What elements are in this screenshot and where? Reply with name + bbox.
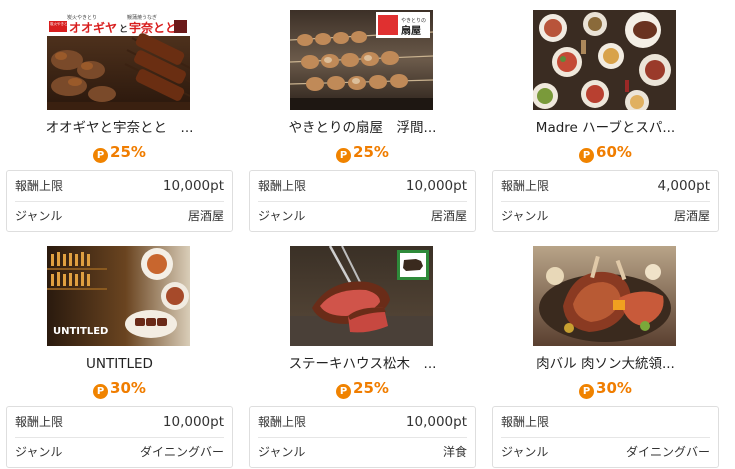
reward-info-box: 報酬上限 10,000pt ジャンル 居酒屋 bbox=[6, 170, 233, 232]
reward-limit-value: 10,000pt bbox=[162, 178, 224, 194]
point-rate: P 60% bbox=[492, 143, 719, 163]
genre-value: 居酒屋 bbox=[673, 209, 710, 223]
point-rate: P 30% bbox=[6, 379, 233, 399]
point-rate: P 25% bbox=[249, 143, 476, 163]
reward-limit-label: 報酬上限 bbox=[15, 415, 64, 429]
reward-info-box: 報酬上限 ジャンル ダイニングバー bbox=[492, 406, 719, 468]
rate-value: 25% bbox=[110, 143, 146, 161]
reward-limit-value: 10,000pt bbox=[405, 178, 467, 194]
point-rate: P 25% bbox=[249, 379, 476, 399]
rate-value: 60% bbox=[596, 143, 632, 161]
restaurant-thumbnail[interactable] bbox=[533, 10, 676, 110]
steak-photo bbox=[290, 246, 433, 346]
point-rate: P 25% bbox=[6, 143, 233, 163]
reward-limit-row: 報酬上限 10,000pt bbox=[15, 171, 224, 202]
restaurant-thumbnail[interactable]: やきとりの 扇屋 bbox=[290, 10, 433, 110]
restaurant-thumbnail[interactable]: 炭火やきとり 鰻蒲焼うなぎ 炭火やきとり オオギヤ と 宇奈とと bbox=[47, 10, 190, 110]
logo-brand-text: 宇奈とと bbox=[129, 20, 177, 35]
point-icon: P bbox=[579, 384, 595, 399]
genre-value: 居酒屋 bbox=[430, 209, 467, 223]
point-icon: P bbox=[336, 384, 352, 399]
point-rate: P 30% bbox=[492, 379, 719, 399]
yakitori-skewers-photo: やきとりの 扇屋 bbox=[290, 10, 433, 110]
restaurant-name[interactable]: Madre ハーブとスパ... bbox=[492, 119, 719, 137]
rate-value: 30% bbox=[110, 379, 146, 397]
reward-limit-row: 報酬上限 4,000pt bbox=[501, 171, 710, 202]
genre-value: 居酒屋 bbox=[187, 209, 224, 223]
genre-value: ダイニングバー bbox=[625, 445, 710, 459]
logo-brand-text: オオギヤ bbox=[69, 20, 117, 35]
restaurant-name[interactable]: やきとりの扇屋 浮間... bbox=[249, 119, 476, 137]
restaurant-name[interactable]: 肉バル 肉ソン大統領... bbox=[492, 355, 719, 373]
reward-limit-label: 報酬上限 bbox=[501, 415, 550, 429]
restaurant-name[interactable]: オオギヤと宇奈とと ... bbox=[6, 119, 233, 137]
genre-row: ジャンル 洋食 bbox=[258, 437, 467, 467]
logo-brand-text: 扇屋 bbox=[401, 24, 421, 37]
logo-small-text: 鰻蒲焼うなぎ bbox=[127, 14, 157, 21]
restaurant-thumbnail[interactable]: UNTITLED bbox=[47, 246, 190, 346]
bar-interior-photo: UNTITLED bbox=[47, 246, 190, 346]
logo-small-text: 炭火やきとり bbox=[50, 21, 71, 26]
point-icon: P bbox=[336, 148, 352, 163]
restaurant-thumbnail[interactable] bbox=[290, 246, 433, 346]
genre-label: ジャンル bbox=[258, 209, 306, 223]
genre-row: ジャンル ダイニングバー bbox=[501, 437, 710, 467]
rate-value: 25% bbox=[353, 379, 389, 397]
genre-value: 洋食 bbox=[442, 445, 467, 459]
meat-platter-photo bbox=[533, 246, 676, 346]
genre-label: ジャンル bbox=[258, 445, 306, 459]
grilled-skewers-photo: 炭火やきとり 鰻蒲焼うなぎ 炭火やきとり オオギヤ と 宇奈とと bbox=[47, 10, 190, 110]
restaurant-thumbnail[interactable] bbox=[533, 246, 676, 346]
reward-info-box: 報酬上限 4,000pt ジャンル 居酒屋 bbox=[492, 170, 719, 232]
logo-small-text: やきとりの bbox=[401, 17, 426, 24]
reward-info-box: 報酬上限 10,000pt ジャンル 洋食 bbox=[249, 406, 476, 468]
reward-info-box: 報酬上限 10,000pt ジャンル ダイニングバー bbox=[6, 406, 233, 468]
reward-limit-row: 報酬上限 10,000pt bbox=[258, 171, 467, 202]
genre-value: ダイニングバー bbox=[139, 445, 224, 459]
restaurant-name[interactable]: UNTITLED bbox=[6, 355, 233, 373]
genre-label: ジャンル bbox=[501, 209, 549, 223]
reward-limit-value: 10,000pt bbox=[405, 414, 467, 430]
genre-row: ジャンル ダイニングバー bbox=[15, 437, 224, 467]
genre-label: ジャンル bbox=[15, 445, 63, 459]
reward-limit-value: 10,000pt bbox=[162, 414, 224, 430]
reward-limit-row: 報酬上限 10,000pt bbox=[258, 407, 467, 438]
logo-small-text: 炭火やきとり bbox=[67, 14, 97, 21]
rate-value: 30% bbox=[596, 379, 632, 397]
genre-row: ジャンル 居酒屋 bbox=[258, 201, 467, 231]
reward-limit-row: 報酬上限 10,000pt bbox=[15, 407, 224, 438]
point-icon: P bbox=[93, 148, 109, 163]
reward-info-box: 報酬上限 10,000pt ジャンル 居酒屋 bbox=[249, 170, 476, 232]
logo-brand-text: と bbox=[119, 24, 128, 35]
reward-limit-row: 報酬上限 bbox=[501, 407, 710, 438]
genre-label: ジャンル bbox=[15, 209, 63, 223]
genre-row: ジャンル 居酒屋 bbox=[501, 201, 710, 231]
genre-row: ジャンル 居酒屋 bbox=[15, 201, 224, 231]
point-icon: P bbox=[93, 384, 109, 399]
reward-limit-label: 報酬上限 bbox=[15, 179, 64, 193]
logo-text: UNTITLED bbox=[53, 326, 108, 337]
rate-value: 25% bbox=[353, 143, 389, 161]
reward-limit-label: 報酬上限 bbox=[501, 179, 550, 193]
point-icon: P bbox=[579, 148, 595, 163]
reward-limit-value: 4,000pt bbox=[657, 178, 710, 194]
reward-limit-label: 報酬上限 bbox=[258, 415, 307, 429]
table-spread-photo bbox=[533, 10, 676, 110]
reward-limit-label: 報酬上限 bbox=[258, 179, 307, 193]
genre-label: ジャンル bbox=[501, 445, 549, 459]
restaurant-name[interactable]: ステーキハウス松木 ... bbox=[249, 355, 476, 373]
